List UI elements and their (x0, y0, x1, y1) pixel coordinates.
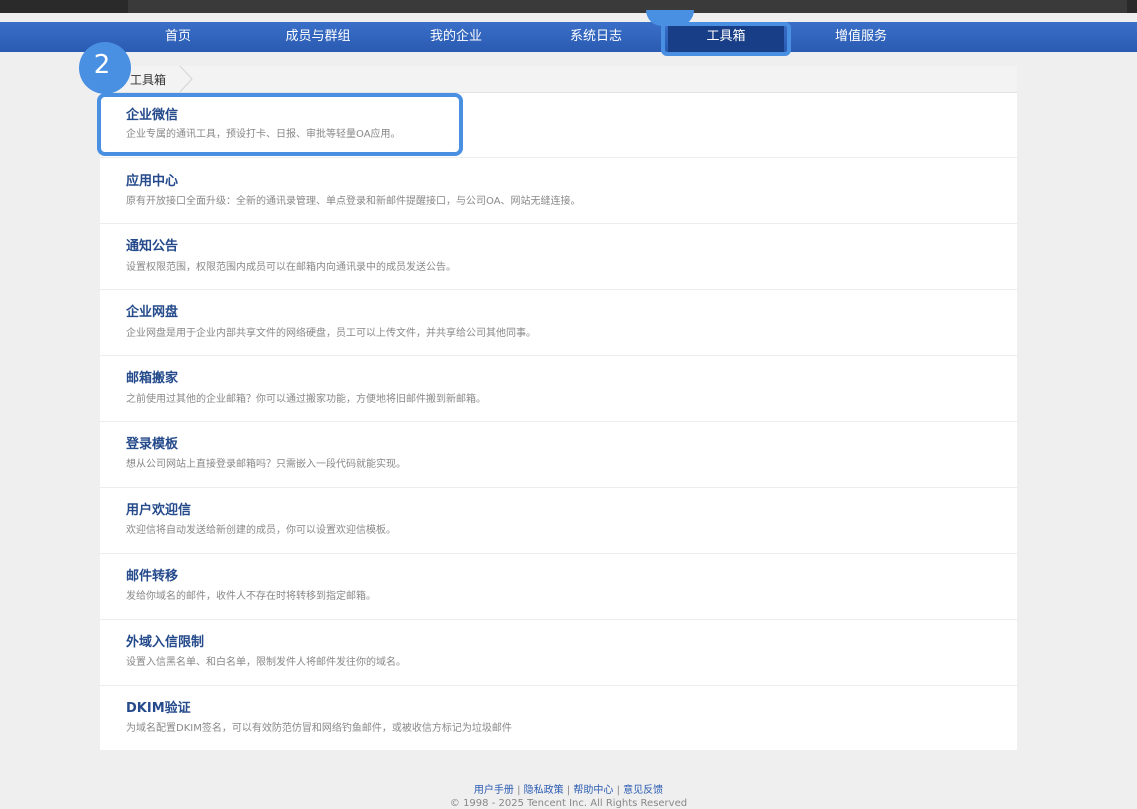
tool-title[interactable]: DKIM验证 (126, 697, 191, 716)
footer-separator: | (616, 785, 620, 796)
tool-title[interactable]: 外域入信限制 (126, 631, 204, 650)
main-nav: 首页 成员与群组 我的企业 系统日志 工具箱 增值服务 (0, 22, 1137, 52)
nav-members-groups[interactable]: 成员与群组 (268, 22, 368, 52)
toolbox-highlight-box (661, 22, 791, 56)
tool-item-dkim[interactable]: DKIM验证 为域名配置DKIM签名，可以有效防范仿冒和网络钓鱼邮件，或被收信方… (100, 686, 1017, 750)
footer-link-feedback[interactable]: 意见反馈 (623, 785, 663, 796)
footer-link-user-manual[interactable]: 用户手册 (474, 785, 514, 796)
tool-title[interactable]: 邮箱搬家 (126, 367, 178, 386)
footer-separator: | (566, 785, 571, 796)
tool-title[interactable]: 企业网盘 (126, 301, 178, 320)
tool-item-mail-transfer[interactable]: 邮件转移 发给你域名的邮件，收件人不存在时将转移到指定邮箱。 (100, 554, 1017, 620)
tool-desc: 想从公司网站上直接登录邮箱吗？只需嵌入一段代码就能实现。 (126, 459, 406, 470)
nav-home[interactable]: 首页 (138, 22, 218, 52)
footer-links: 用户手册 | 隐私政策 | 帮助中心 | 意见反馈 (0, 781, 1137, 796)
tool-title[interactable]: 邮件转移 (126, 565, 178, 584)
tool-desc: 设置入信黑名单、和白名单，限制发件人将邮件发往你的域名。 (126, 657, 406, 668)
nav-my-enterprise[interactable]: 我的企业 (416, 22, 496, 52)
breadcrumb-chevron-icon (179, 66, 193, 92)
breadcrumb: 工具箱 (100, 66, 1017, 93)
tool-desc: 之前使用过其他的企业邮箱？你可以通过搬家功能，方便地将旧邮件搬到新邮箱。 (126, 394, 486, 405)
annotation-step-badge: 2 (79, 42, 131, 94)
top-bar-inner (128, 0, 1127, 13)
footer-separator: | (517, 785, 521, 796)
tool-title[interactable]: 登录模板 (126, 433, 178, 452)
tool-desc: 原有开放接口全面升级：全新的通讯录管理、单点登录和新邮件提醒接口，与公司OA、网… (126, 196, 581, 207)
tool-desc: 为域名配置DKIM签名，可以有效防范仿冒和网络钓鱼邮件，或被收信方标记为垃圾邮件 (126, 723, 512, 734)
footer-link-help-center[interactable]: 帮助中心 (573, 785, 613, 796)
tool-title[interactable]: 用户欢迎信 (126, 499, 191, 518)
breadcrumb-label[interactable]: 工具箱 (130, 71, 166, 88)
wework-highlight-box (97, 93, 463, 156)
tool-desc: 欢迎信将自动发送给新创建的成员，你可以设置欢迎信模板。 (126, 525, 396, 536)
tool-item-announcement[interactable]: 通知公告 设置权限范围，权限范围内成员可以在邮箱内向通讯录中的成员发送公告。 (100, 224, 1017, 290)
copyright: © 1998 - 2025 Tencent Inc. All Rights Re… (449, 798, 688, 809)
tool-title[interactable]: 通知公告 (126, 235, 178, 254)
top-bar (0, 0, 1137, 13)
tool-desc: 企业网盘是用于企业内部共享文件的网络硬盘，员工可以上传文件，并共享给公司其他同事… (126, 328, 536, 339)
tool-item-netdisk[interactable]: 企业网盘 企业网盘是用于企业内部共享文件的网络硬盘，员工可以上传文件，并共享给公… (100, 290, 1017, 356)
tool-item-welcome-letter[interactable]: 用户欢迎信 欢迎信将自动发送给新创建的成员，你可以设置欢迎信模板。 (100, 488, 1017, 554)
nav-system-log[interactable]: 系统日志 (556, 22, 636, 52)
tool-desc: 发给你域名的邮件，收件人不存在时将转移到指定邮箱。 (126, 591, 376, 602)
tool-item-app-center[interactable]: 应用中心 原有开放接口全面升级：全新的通讯录管理、单点登录和新邮件提醒接口，与公… (100, 158, 1017, 224)
tool-item-login-template[interactable]: 登录模板 想从公司网站上直接登录邮箱吗？只需嵌入一段代码就能实现。 (100, 422, 1017, 488)
tool-item-mail-migration[interactable]: 邮箱搬家 之前使用过其他的企业邮箱？你可以通过搬家功能，方便地将旧邮件搬到新邮箱… (100, 356, 1017, 422)
tool-desc: 设置权限范围，权限范围内成员可以在邮箱内向通讯录中的成员发送公告。 (126, 262, 456, 273)
footer-link-privacy[interactable]: 隐私政策 (524, 785, 564, 796)
tool-title[interactable]: 应用中心 (126, 170, 178, 189)
nav-value-added-services[interactable]: 增值服务 (821, 22, 901, 52)
tool-item-external-restriction[interactable]: 外域入信限制 设置入信黑名单、和白名单，限制发件人将邮件发往你的域名。 (100, 620, 1017, 686)
